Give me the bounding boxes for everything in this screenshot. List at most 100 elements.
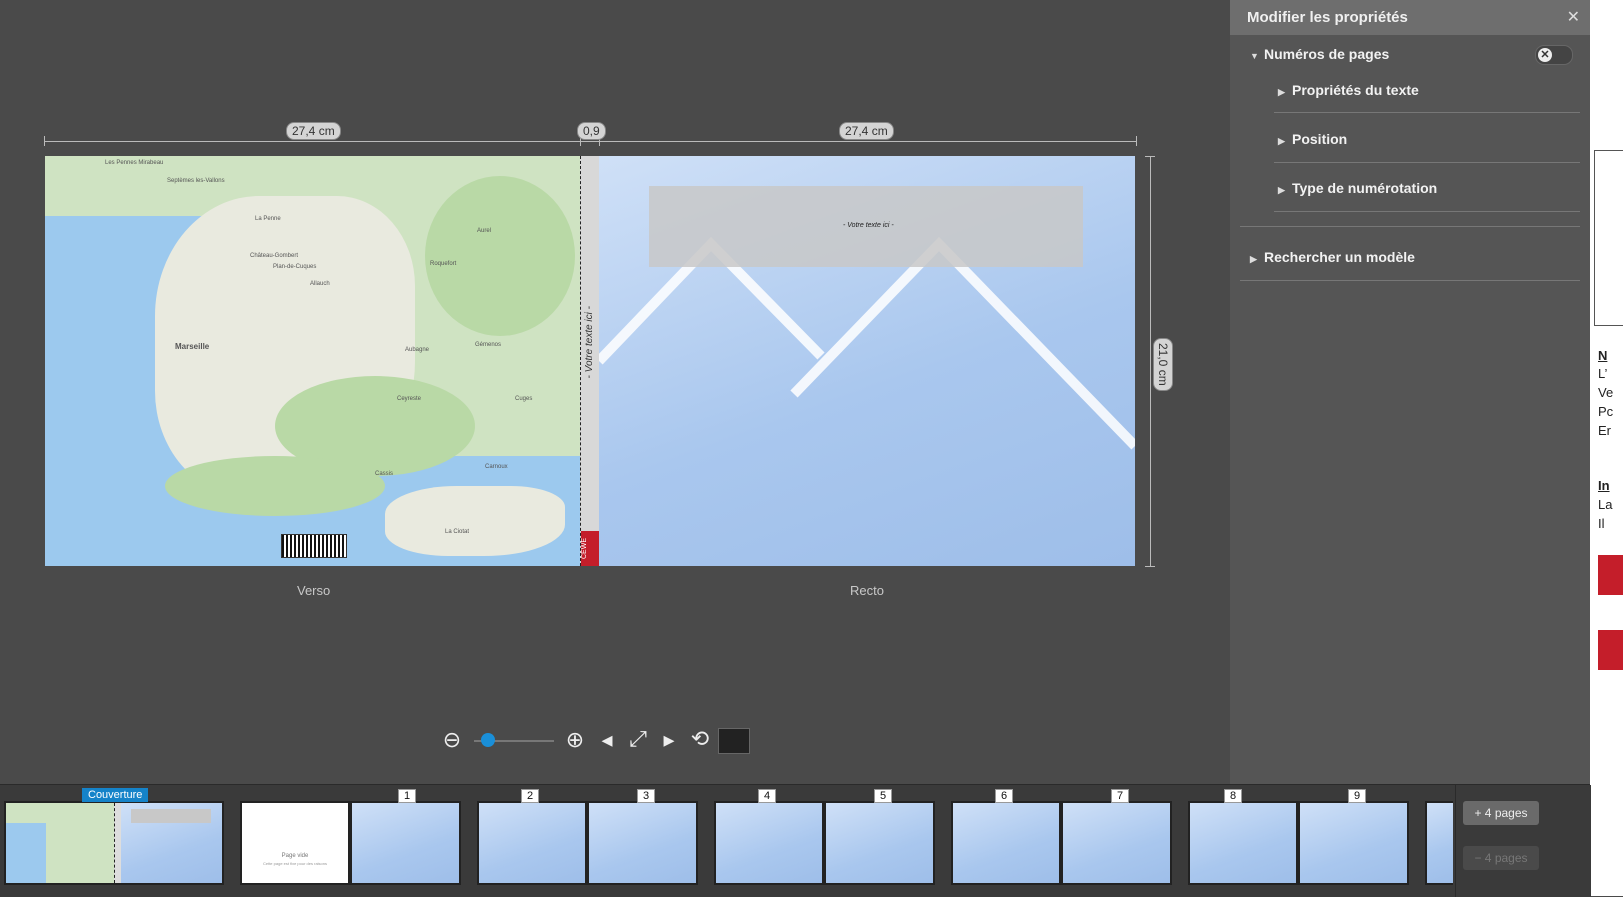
page-number: 8 bbox=[1224, 789, 1243, 803]
map-label: Allauch bbox=[310, 281, 330, 287]
triangle-right-icon: ▶ bbox=[1278, 87, 1285, 97]
thumb-page bbox=[826, 803, 933, 883]
map-label: Carnoux bbox=[485, 464, 508, 470]
doc-image bbox=[1598, 555, 1623, 595]
section-page-numbers[interactable]: ▼ Numéros de pages bbox=[1250, 46, 1389, 62]
map-label: Aurel bbox=[477, 228, 492, 234]
page-numbers-toggle[interactable]: ✕ bbox=[1535, 45, 1573, 65]
thumb-page bbox=[1427, 803, 1453, 883]
thumb-page bbox=[1190, 803, 1296, 883]
divider bbox=[1274, 211, 1580, 212]
spine-logo: CEWE bbox=[581, 531, 599, 566]
close-icon[interactable]: ✕ bbox=[1567, 7, 1580, 27]
verso-width-label: 27,4 cm bbox=[286, 122, 341, 140]
recto-placeholder-text: - Votre texte ici - bbox=[843, 222, 894, 229]
zoom-in-icon[interactable]: ⊕ bbox=[563, 728, 587, 752]
previous-page-icon[interactable]: ◂ bbox=[598, 728, 616, 752]
divider bbox=[1240, 280, 1580, 281]
map-label: La Ciotat bbox=[445, 529, 470, 535]
map-forest bbox=[425, 176, 575, 336]
item-numbering-type[interactable]: ▶ Type de numérotation bbox=[1278, 180, 1437, 196]
triangle-right-icon: ▶ bbox=[1278, 136, 1285, 146]
thumb-spread[interactable]: 4 5 bbox=[714, 789, 935, 885]
triangle-right-icon: ▶ bbox=[1278, 185, 1285, 195]
thumb-page bbox=[716, 803, 822, 883]
fit-to-screen-icon[interactable]: ⤢ bbox=[624, 727, 652, 751]
ruler-icon[interactable] bbox=[718, 728, 750, 754]
page-number: 3 bbox=[637, 789, 656, 803]
page-number: 7 bbox=[1111, 789, 1130, 803]
map-label: Aubagne bbox=[405, 347, 430, 353]
rotate-layout-icon[interactable]: ⟲ bbox=[686, 727, 714, 751]
map-label: Cuges bbox=[515, 396, 533, 402]
thumb-page bbox=[953, 803, 1059, 883]
map-label: Les Pennes Mirabeau bbox=[105, 160, 164, 166]
item-position[interactable]: ▶ Position bbox=[1278, 131, 1347, 147]
doc-line: Er bbox=[1598, 423, 1611, 438]
thumb-spread[interactable]: Page vide Cette page est fixe pour des r… bbox=[240, 789, 461, 885]
thumb-page bbox=[1300, 803, 1407, 883]
remove-pages-button[interactable]: − 4 pages bbox=[1463, 846, 1539, 870]
thumb-page bbox=[479, 803, 585, 883]
page-number: 4 bbox=[758, 789, 777, 803]
thumb-page bbox=[1063, 803, 1170, 883]
page-filmstrip: Couverture Page vide Cette page est fixe… bbox=[0, 784, 1591, 897]
map-label: Gémenos bbox=[475, 342, 502, 348]
thumb-blank-page: Page vide Cette page est fixe pour des r… bbox=[242, 803, 348, 883]
section-label: Numéros de pages bbox=[1264, 46, 1390, 62]
panel-title: Modifier les propriétés bbox=[1247, 9, 1408, 26]
text-placeholder-box bbox=[131, 809, 211, 823]
thumb-spread[interactable]: 8 9 bbox=[1188, 789, 1409, 885]
height-dimension-line bbox=[1150, 156, 1151, 566]
map-label: Ceyreste bbox=[397, 396, 422, 402]
doc-heading: N bbox=[1598, 348, 1608, 363]
toggle-off-icon: ✕ bbox=[1538, 48, 1552, 62]
divider bbox=[1240, 226, 1580, 227]
doc-line: La bbox=[1598, 497, 1613, 512]
thumb-cover-verso bbox=[6, 803, 114, 883]
zoom-out-icon[interactable]: ⊖ bbox=[440, 728, 464, 752]
thumb-cover[interactable]: Couverture bbox=[4, 788, 224, 885]
recto-width-label: 27,4 cm bbox=[839, 122, 894, 140]
zoom-slider-knob[interactable] bbox=[481, 733, 495, 747]
divider bbox=[1274, 162, 1580, 163]
doc-image bbox=[1598, 630, 1623, 670]
page-number: 9 bbox=[1348, 789, 1367, 803]
thumb-spread[interactable]: 6 7 bbox=[951, 789, 1172, 885]
recto-page[interactable]: - Votre texte ici - bbox=[599, 156, 1135, 566]
verso-caption: Verso bbox=[297, 583, 331, 598]
doc-line: Pc bbox=[1598, 404, 1614, 419]
search-template[interactable]: ▶ Rechercher un modèle bbox=[1250, 249, 1415, 265]
editor-canvas: 27,4 cm 0,9 27,4 cm 21,0 cm Les Pennes M… bbox=[0, 0, 1230, 784]
map-label: Plan-de-Cuques bbox=[273, 264, 317, 270]
doc-frame bbox=[1594, 150, 1623, 326]
spine[interactable]: - Votre texte ici - CEWE bbox=[580, 156, 600, 566]
height-label: 21,0 cm bbox=[1153, 338, 1173, 391]
spine-text[interactable]: - Votre texte ici - bbox=[584, 306, 595, 378]
map-label: La Penne bbox=[255, 216, 281, 222]
doc-heading: In bbox=[1598, 478, 1610, 493]
map-urban-area bbox=[385, 486, 565, 556]
map-label: Cassis bbox=[375, 471, 394, 477]
thumb-spread[interactable]: 2 3 bbox=[477, 789, 698, 885]
thumb-cover-recto bbox=[121, 803, 222, 883]
verso-page[interactable]: Les Pennes Mirabeau Septèmes les-Vallons… bbox=[45, 156, 580, 566]
panel-header: Modifier les propriétés ✕ bbox=[1230, 0, 1590, 35]
add-pages-button[interactable]: + 4 pages bbox=[1463, 801, 1539, 825]
thumb-spread[interactable] bbox=[1425, 801, 1453, 885]
dimension-tick bbox=[44, 136, 45, 146]
blank-page-title: Page vide bbox=[281, 853, 309, 859]
map-label: Septèmes les-Vallons bbox=[167, 178, 225, 184]
thumb-page bbox=[352, 803, 459, 883]
page-number: 2 bbox=[521, 789, 540, 803]
item-text-properties[interactable]: ▶ Propriétés du texte bbox=[1278, 82, 1419, 98]
next-page-icon[interactable]: ▸ bbox=[660, 728, 678, 752]
item-label: Propriétés du texte bbox=[1292, 82, 1419, 98]
spine-width-label: 0,9 bbox=[577, 122, 606, 140]
map-forest bbox=[165, 456, 385, 516]
width-dimension-line bbox=[44, 141, 1136, 142]
page-number: 6 bbox=[995, 789, 1014, 803]
map-label: Roquefort bbox=[430, 261, 457, 267]
item-label: Type de numérotation bbox=[1292, 180, 1438, 196]
page-number: 5 bbox=[874, 789, 893, 803]
